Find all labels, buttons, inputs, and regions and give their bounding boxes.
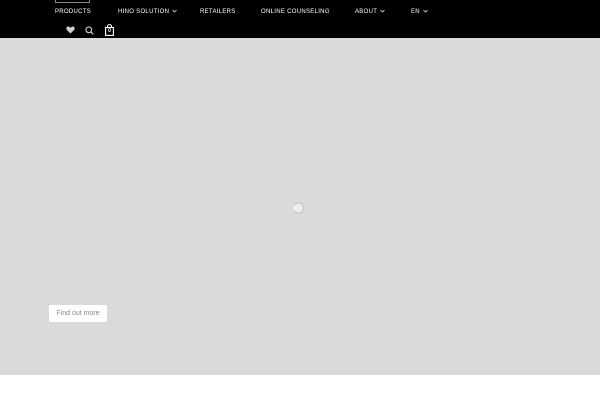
find-out-more-button[interactable]: Find out more xyxy=(49,305,107,322)
nav-item-label: HINO SOLUTION xyxy=(118,9,170,15)
chevron-down-icon xyxy=(423,8,428,16)
language-selector[interactable]: EN xyxy=(411,8,428,16)
language-label: EN xyxy=(411,9,420,15)
nav-item-label: ABOUT xyxy=(355,9,378,15)
nav-item-online-counseling[interactable]: ONLINE COUNSELING xyxy=(261,8,330,16)
nav-item-label: RETAILERS xyxy=(200,9,236,15)
nav-item-label: PRODUCTS xyxy=(55,9,92,15)
logo[interactable] xyxy=(55,0,90,3)
nav-item-retailers[interactable]: RETAILERS xyxy=(200,8,236,16)
chevron-down-icon xyxy=(172,8,177,16)
nav-item-label: ONLINE COUNSELING xyxy=(261,9,330,15)
search-button[interactable] xyxy=(85,26,94,35)
search-icon xyxy=(85,26,94,35)
nav-item-products[interactable]: PRODUCTS xyxy=(55,8,91,16)
header-icons: 0 xyxy=(0,24,600,38)
main-nav: PRODUCTS HINO SOLUTION RETAILERS ONLINE … xyxy=(0,8,600,18)
page-content-below-hero xyxy=(0,375,600,400)
nav-item-about[interactable]: ABOUT xyxy=(355,8,385,16)
wishlist-button[interactable] xyxy=(66,26,75,34)
cart-button[interactable]: 0 xyxy=(105,24,114,36)
site-header: PRODUCTS HINO SOLUTION RETAILERS ONLINE … xyxy=(0,0,600,38)
loading-spinner-icon xyxy=(292,201,305,214)
hero-banner: Find out more xyxy=(0,38,600,375)
chevron-down-icon xyxy=(380,8,385,16)
cart-count-badge: 0 xyxy=(108,28,111,34)
heart-icon xyxy=(66,26,75,34)
nav-item-hino-solution[interactable]: HINO SOLUTION xyxy=(118,8,177,16)
